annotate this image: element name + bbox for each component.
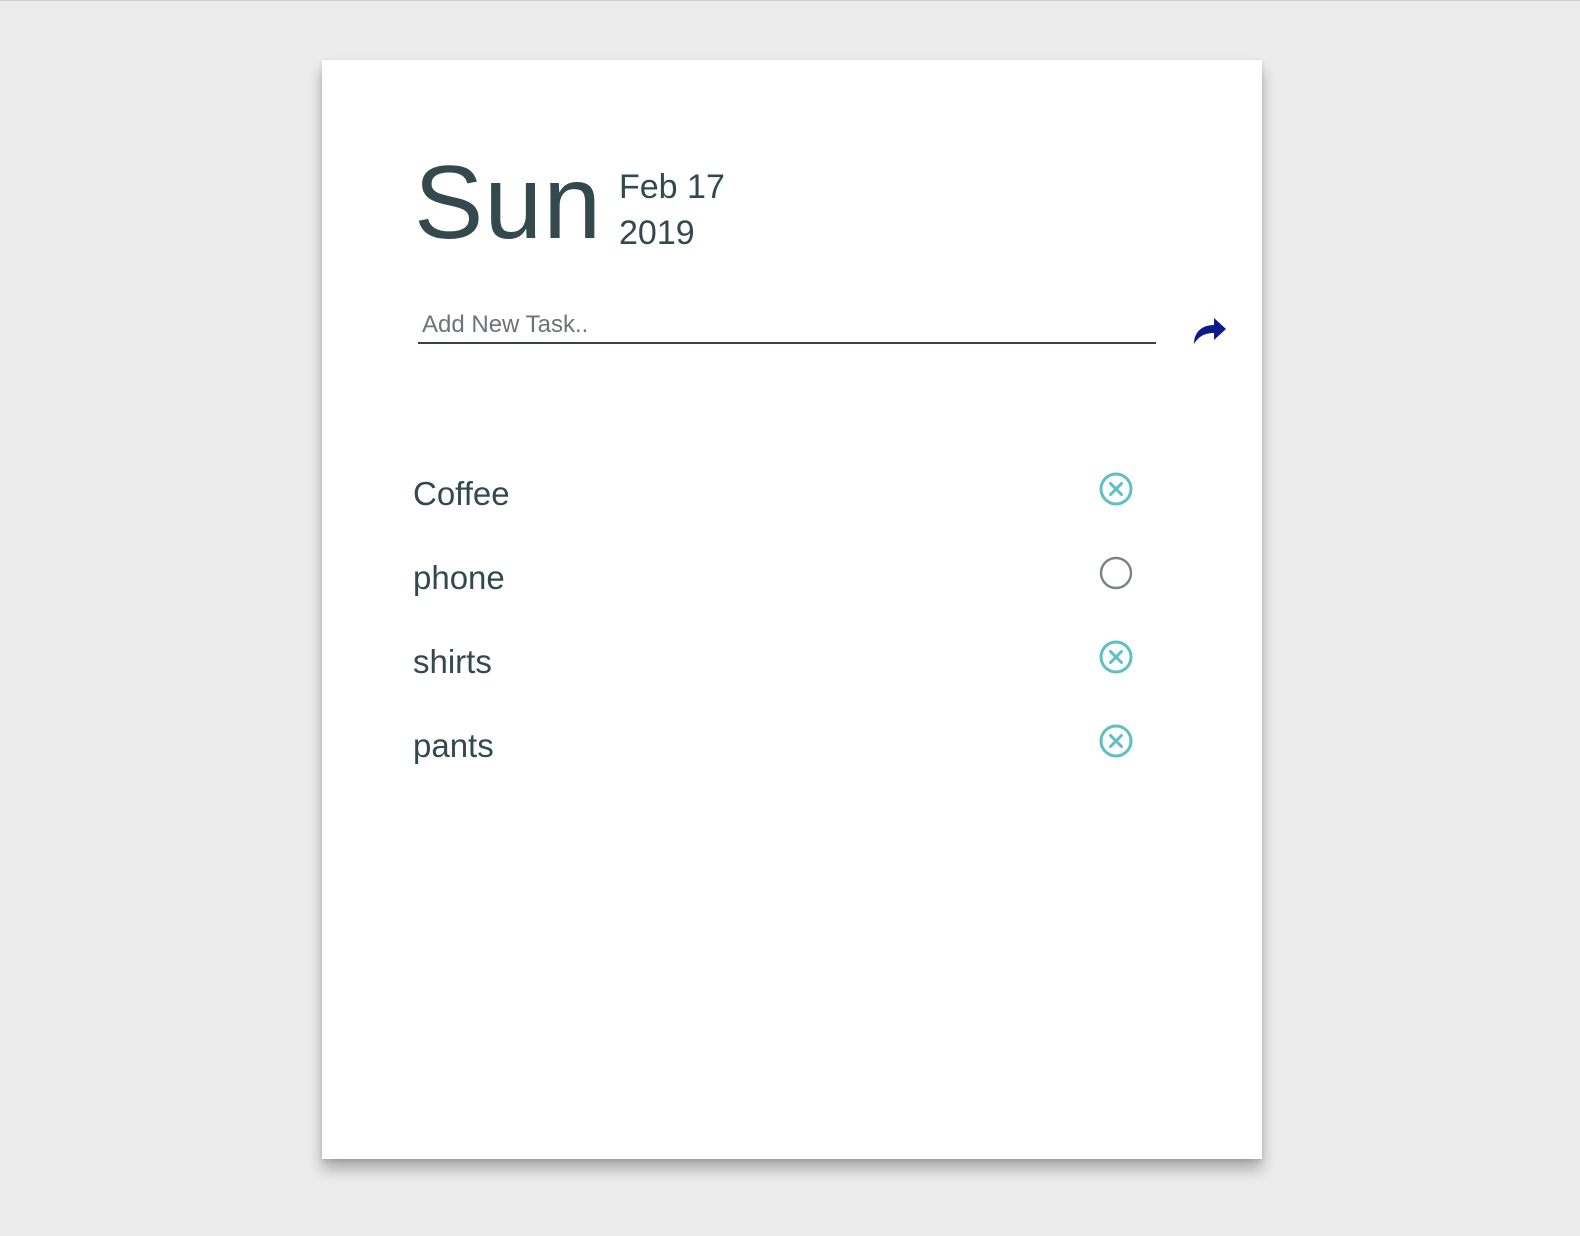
day-of-week: Sun <box>414 145 603 261</box>
todo-card: Sun Feb 17 2019 Coffee phone <box>322 60 1262 1159</box>
task-item: phone <box>413 542 1153 626</box>
task-label: shirts <box>413 643 492 680</box>
window-top-border <box>0 0 1580 1</box>
task-toggle[interactable] <box>1099 556 1133 590</box>
task-label: Coffee <box>413 475 510 512</box>
task-label: pants <box>413 727 494 764</box>
task-label: phone <box>413 559 505 596</box>
task-toggle[interactable] <box>1099 640 1133 674</box>
month-day: Feb 17 <box>619 168 725 206</box>
task-toggle[interactable] <box>1099 724 1133 758</box>
circle-x-icon <box>1099 724 1133 758</box>
add-task-button[interactable] <box>1188 310 1230 352</box>
new-task-input[interactable] <box>418 302 1156 344</box>
task-item: Coffee <box>413 458 1153 542</box>
date-block: Feb 17 2019 <box>619 164 725 256</box>
task-list: Coffee phone shirts pants <box>413 458 1153 794</box>
circle-x-icon <box>1099 472 1133 506</box>
task-toggle[interactable] <box>1099 472 1133 506</box>
share-arrow-icon <box>1194 318 1226 344</box>
task-item: pants <box>413 710 1153 794</box>
circle-x-icon <box>1099 640 1133 674</box>
task-item: shirts <box>413 626 1153 710</box>
empty-circle-icon <box>1099 556 1133 590</box>
year: 2019 <box>619 214 695 252</box>
